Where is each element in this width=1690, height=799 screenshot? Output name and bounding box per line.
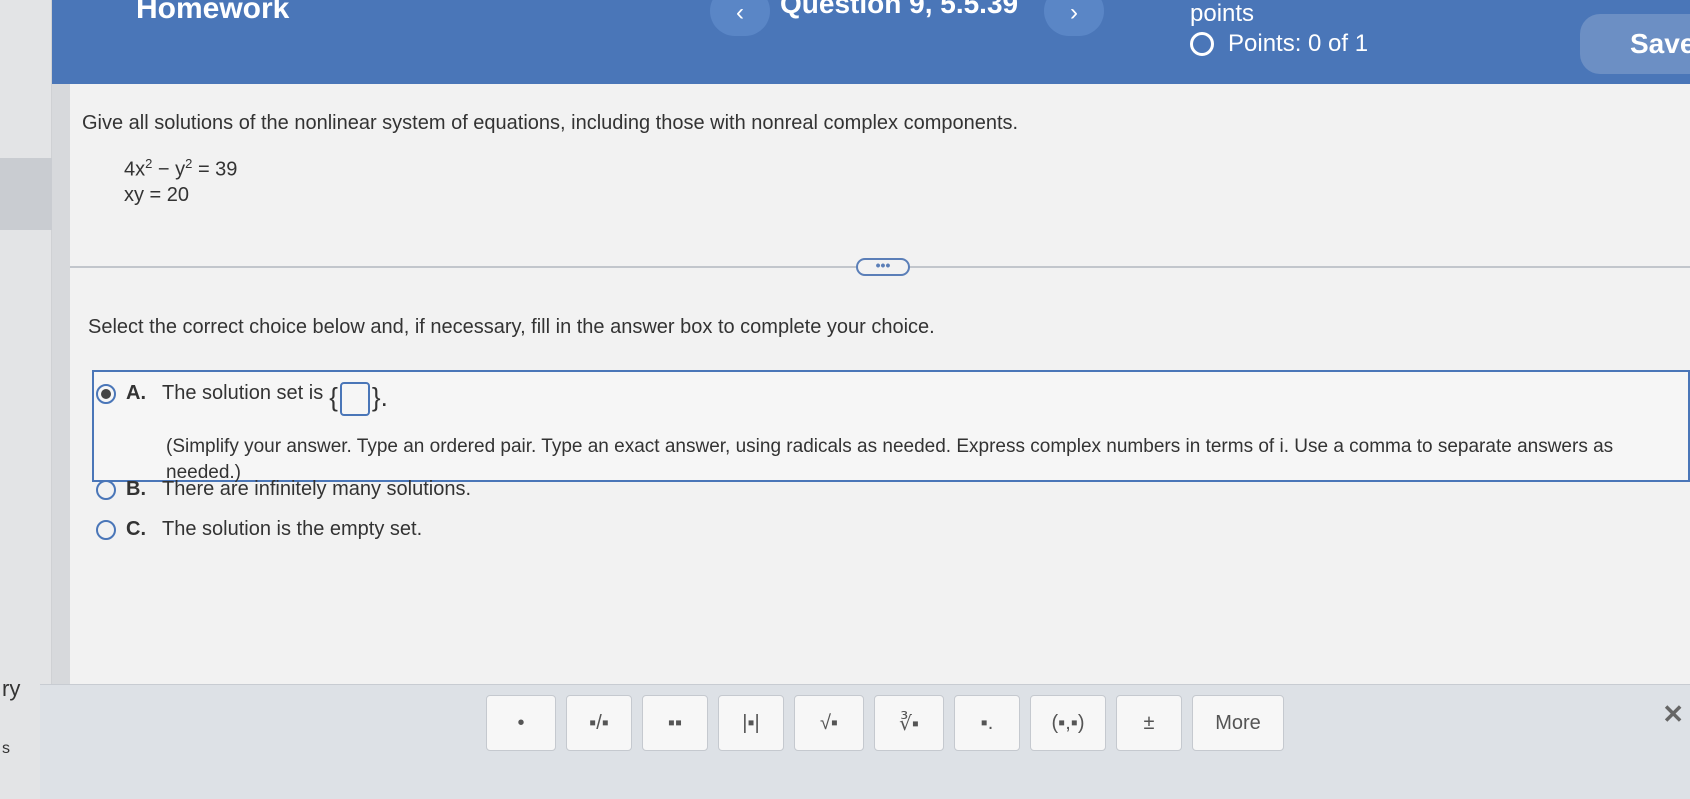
equation-2: xy = 20	[124, 184, 190, 206]
answer-hint: (Simplify your answer. Type an ordered p…	[166, 436, 1614, 483]
choice-b-letter: B.	[126, 478, 146, 500]
sidebar-text-fragment: ry	[2, 676, 21, 701]
choice-a-text: The solution set is	[162, 382, 324, 404]
prev-question-button[interactable]: ‹	[710, 0, 770, 36]
close-toolbar-icon[interactable]: ✕	[1662, 699, 1684, 730]
square-root-button[interactable]: √▪	[794, 695, 864, 751]
math-toolbar: • ▪/▪ ▪▪ |▪| √▪ ∛▪ ▪. (▪,▪) ± More ✕	[40, 684, 1690, 799]
absolute-value-button[interactable]: |▪|	[718, 695, 784, 751]
points-text: Points: 0 of 1	[1228, 30, 1369, 57]
choice-c[interactable]: C. The solution is the empty set.	[96, 518, 422, 541]
fraction-icon: ▪/▪	[589, 711, 609, 734]
choice-a-letter: A.	[126, 382, 146, 404]
save-button[interactable]: Save	[1580, 14, 1690, 74]
brace-close: }.	[371, 382, 388, 412]
equation-1: 4x2 − y2 = 39	[124, 156, 237, 182]
chevron-left-icon: ‹	[736, 0, 744, 26]
fraction-button[interactable]: ▪/▪	[566, 695, 632, 751]
next-question-button[interactable]: ›	[1044, 0, 1104, 36]
square-root-icon: √▪	[819, 711, 839, 734]
expand-handle-button[interactable]: •••	[856, 258, 910, 276]
radio-c[interactable]	[96, 520, 116, 540]
chevron-right-icon: ›	[1070, 0, 1078, 26]
plus-minus-icon: ±	[1143, 711, 1155, 734]
nth-root-icon: ∛▪	[899, 712, 919, 735]
subscript-icon: ▪.	[980, 711, 994, 734]
top-header: Homework ‹ Question 9, 5.5.39 › points P…	[52, 0, 1690, 84]
ordered-pair-button[interactable]: (▪,▪)	[1030, 695, 1106, 751]
ordered-pair-icon: (▪,▪)	[1051, 711, 1085, 734]
question-title: Question 9, 5.5.39	[780, 0, 1019, 19]
radio-a[interactable]	[96, 384, 116, 404]
question-prompt: Give all solutions of the nonlinear syst…	[82, 112, 1019, 134]
sidebar-text-fragment-2: s	[2, 740, 10, 757]
dot-icon: •	[517, 711, 525, 734]
choice-c-text: The solution is the empty set.	[162, 518, 423, 540]
ellipsis-icon: •••	[875, 257, 891, 273]
radio-b[interactable]	[96, 480, 116, 500]
exponent-button[interactable]: ▪▪	[642, 695, 708, 751]
more-button[interactable]: More	[1192, 695, 1284, 751]
points-label: points	[1190, 0, 1255, 27]
absolute-value-icon: |▪|	[742, 711, 760, 734]
equation-1-part-b: − y	[152, 158, 186, 181]
sidebar-active-tab[interactable]	[0, 158, 52, 230]
brace-open: {	[329, 382, 338, 412]
dot-button[interactable]: •	[486, 695, 556, 751]
nth-root-button[interactable]: ∛▪	[874, 695, 944, 751]
homework-title: Homework	[136, 0, 290, 25]
points-circle-icon	[1190, 32, 1214, 56]
exponent-icon: ▪▪	[667, 711, 683, 734]
save-button-label: Save	[1630, 28, 1690, 59]
points-status: Points: 0 of 1	[1190, 30, 1368, 58]
equation-1-part-c: = 39	[192, 158, 238, 181]
solution-set-input[interactable]	[339, 382, 370, 416]
question-panel: Give all solutions of the nonlinear syst…	[70, 84, 1690, 684]
left-sidebar: ry s	[0, 0, 52, 799]
choice-c-letter: C.	[126, 518, 146, 540]
more-button-label: More	[1215, 711, 1261, 734]
subscript-button[interactable]: ▪.	[954, 695, 1020, 751]
plus-minus-button[interactable]: ±	[1116, 695, 1182, 751]
equation-1-part-a: 4x	[124, 158, 146, 181]
instruction-text: Select the correct choice below and, if …	[88, 316, 935, 338]
choice-a[interactable]: A. The solution set is { }.	[96, 382, 388, 416]
